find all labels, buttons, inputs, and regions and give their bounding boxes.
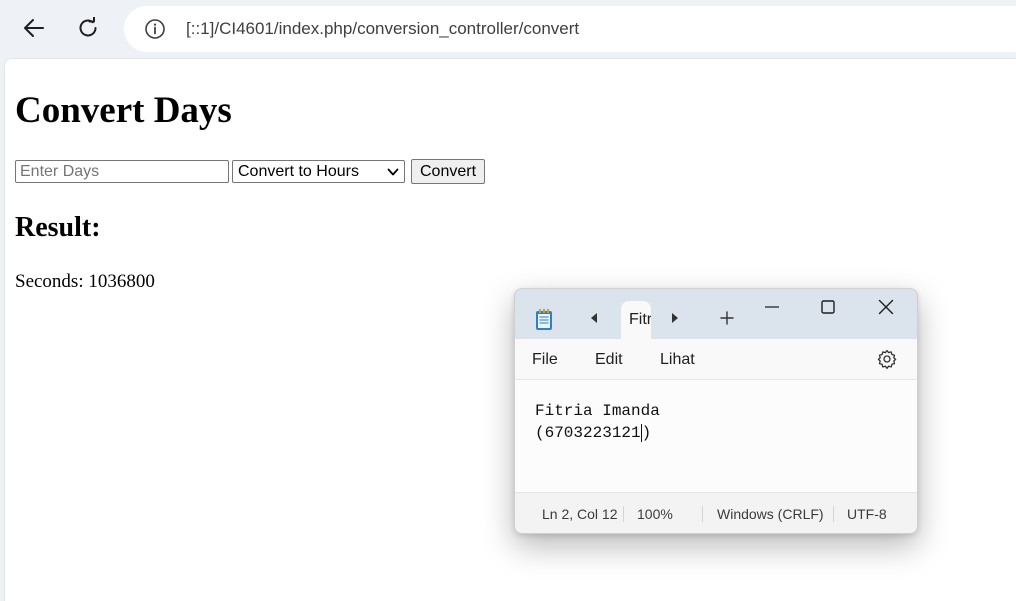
text-line-1: Fitria Imanda (535, 402, 660, 420)
status-line-ending[interactable]: Windows (CRLF) (717, 506, 824, 522)
text-line-2: (6703223121) (535, 424, 651, 442)
url-text[interactable]: [::1]/CI4601/index.php/conversion_contro… (186, 19, 579, 39)
conversion-select-value: Convert to Hours (238, 163, 359, 180)
reload-icon (79, 17, 97, 37)
notepad-titlebar[interactable]: Fitria Imanda (515, 289, 917, 339)
result-value: Seconds: 1036800 (15, 271, 155, 292)
page-title: Convert Days (15, 90, 232, 131)
status-encoding[interactable]: UTF-8 (847, 506, 887, 522)
notepad-text-area[interactable]: Fitria Imanda (6703223121) (515, 380, 917, 492)
menu-view[interactable]: Lihat (660, 351, 695, 369)
info-icon[interactable] (144, 18, 166, 40)
address-bar[interactable]: [::1]/CI4601/index.php/conversion_contro… (124, 6, 1016, 52)
browser-toolbar: [::1]/CI4601/index.php/conversion_contro… (0, 0, 1016, 58)
back-button[interactable] (16, 10, 52, 46)
gear-icon[interactable] (877, 349, 897, 369)
notepad-app-icon (536, 309, 552, 330)
maximize-icon[interactable] (813, 293, 843, 323)
status-divider (833, 506, 834, 522)
notepad-tab-label: Fitria Imanda (629, 311, 651, 328)
days-input[interactable] (15, 160, 229, 183)
status-zoom[interactable]: 100% (637, 506, 673, 522)
text-line-2-before-caret: (6703223121 (535, 424, 641, 443)
status-divider (702, 506, 703, 522)
minimize-icon[interactable] (757, 293, 787, 323)
tab-scroll-left-icon[interactable] (589, 312, 599, 324)
status-cursor-position[interactable]: Ln 2, Col 12 (542, 506, 618, 522)
new-tab-plus-icon[interactable] (720, 311, 734, 325)
notepad-statusbar: Ln 2, Col 12 100% Windows (CRLF) UTF-8 (515, 492, 917, 533)
text-line-2-after-caret: ) (641, 424, 652, 443)
close-icon[interactable] (871, 293, 901, 323)
menu-edit[interactable]: Edit (595, 351, 623, 369)
notepad-tab[interactable]: Fitria Imanda (621, 301, 651, 339)
notepad-window: Fitria Imanda File Edit Lihat Fitria I (514, 288, 918, 534)
notepad-menubar: File Edit Lihat (515, 339, 917, 380)
tab-scroll-right-icon[interactable] (670, 312, 680, 324)
result-heading: Result: (15, 212, 101, 243)
status-divider (623, 506, 624, 522)
chevron-down-icon (387, 168, 399, 176)
arrow-left-icon (24, 19, 44, 37)
conversion-select[interactable]: Convert to Hours (232, 160, 405, 183)
reload-button[interactable] (70, 10, 106, 46)
menu-file[interactable]: File (532, 351, 558, 369)
convert-button[interactable]: Convert (411, 159, 486, 184)
